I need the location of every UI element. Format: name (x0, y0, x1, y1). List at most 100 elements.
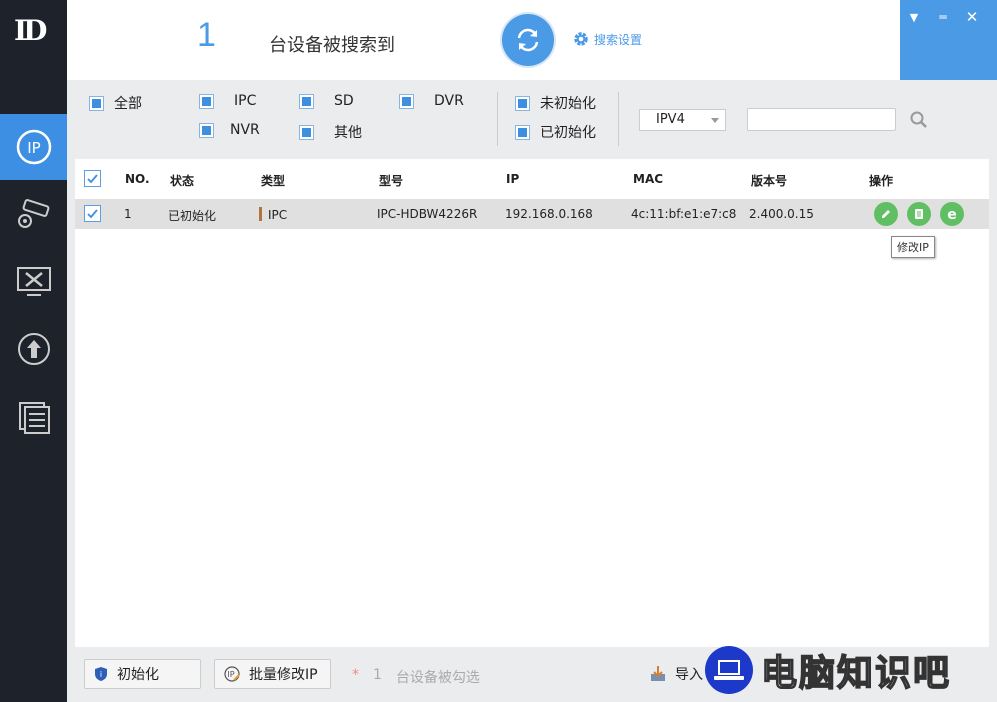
filter-dvr-label: DVR (434, 93, 464, 109)
table-row[interactable]: 1 已初始化 IPC IPC-HDBW4226R 192.168.0.168 4… (75, 199, 989, 229)
type-marker (259, 207, 262, 221)
import-icon (651, 666, 665, 681)
svg-text:e: e (947, 207, 957, 222)
initialize-button[interactable]: i 初始化 (84, 659, 201, 689)
cell-type-label: IPC (268, 208, 288, 222)
filter-all-checkbox[interactable]: 全部 (89, 93, 142, 113)
ip-edit-icon: IP (224, 666, 240, 682)
cell-model: IPC-HDBW4226R (377, 207, 478, 221)
dropdown-button[interactable]: ▼ (903, 7, 925, 27)
filter-all-label: 全部 (114, 96, 142, 112)
search-input[interactable] (747, 108, 896, 131)
device-details-button[interactable] (907, 202, 931, 226)
search-settings-label: 搜索设置 (594, 32, 643, 47)
watermark: 电脑知识吧 (705, 646, 952, 695)
svg-text:i: i (100, 670, 102, 679)
filter-bar: 全部 IPC SD DVR NVR 其他 未初始化 已初始化 IPV4 (67, 80, 997, 156)
sidebar: ID IP (0, 0, 67, 702)
header-status: 状态 (170, 174, 195, 188)
filter-sd-checkbox[interactable]: SD (299, 93, 354, 109)
header-no: NO. (125, 172, 150, 186)
filter-ipc-checkbox[interactable]: IPC (199, 93, 256, 109)
search-button[interactable] (909, 110, 929, 130)
check-icon (87, 174, 98, 184)
import-label: 导入 (675, 667, 703, 683)
selection-info: * 1 台设备被勾选 (352, 667, 480, 687)
browser-icon: e (947, 207, 957, 222)
upgrade-icon (17, 333, 50, 365)
filter-initialized-checkbox[interactable]: 已初始化 (515, 122, 596, 142)
document-icon (915, 209, 923, 219)
initialize-label: 初始化 (117, 667, 159, 683)
check-icon (87, 209, 98, 219)
header-ops: 操作 (869, 174, 894, 188)
ip-version-value: IPV4 (656, 112, 685, 127)
table-header: NO. 状态 类型 型号 IP MAC 版本号 操作 (75, 164, 989, 194)
filter-uninitialized-checkbox[interactable]: 未初始化 (515, 93, 596, 113)
divider (497, 92, 498, 146)
cell-version: 2.400.0.15 (749, 207, 814, 221)
pencil-icon (882, 210, 890, 218)
ip-icon: IP (16, 129, 51, 165)
header-type: 类型 (261, 174, 286, 188)
filter-dvr-checkbox[interactable]: DVR (399, 93, 464, 109)
filter-other-checkbox[interactable]: 其他 (299, 122, 362, 142)
filter-nvr-checkbox[interactable]: NVR (199, 122, 260, 138)
filter-other-label: 其他 (334, 125, 362, 141)
header-mac: MAC (633, 172, 664, 186)
row-checkbox[interactable] (84, 205, 101, 222)
watermark-text: 电脑知识吧 (760, 652, 952, 695)
laptop-icon (705, 646, 753, 694)
device-count: 1 (197, 16, 216, 54)
filter-sd-label: SD (334, 93, 354, 109)
filter-initialized-label: 已初始化 (540, 125, 596, 141)
cell-ip: 192.168.0.168 (505, 207, 593, 221)
tooltip: 修改IP (891, 236, 935, 258)
header-ip: IP (506, 172, 520, 186)
search-icon (910, 111, 927, 128)
gear-icon (574, 32, 588, 46)
header-model: 型号 (379, 174, 404, 188)
cell-status: 已初始化 (168, 209, 217, 223)
device-count-label: 台设备被搜索到 (269, 35, 395, 56)
sidebar-item-upgrade[interactable] (0, 316, 67, 382)
sidebar-item-ip-tool[interactable]: IP (0, 114, 67, 180)
close-button[interactable]: ✕ (961, 7, 983, 27)
sidebar-item-tools[interactable] (0, 249, 67, 315)
header-version: 版本号 (751, 174, 788, 188)
batch-modify-ip-label: 批量修改IP (249, 667, 318, 683)
batch-modify-ip-button[interactable]: IP 批量修改IP (214, 659, 331, 689)
import-button[interactable]: 导入 (649, 664, 703, 684)
divider (618, 92, 619, 146)
document-icon (18, 402, 50, 434)
shield-icon: i (95, 667, 107, 681)
sidebar-item-document[interactable] (0, 384, 67, 450)
filter-uninitialized-label: 未初始化 (540, 96, 596, 112)
cell-mac: 4c:11:bf:e1:e7:c8 (631, 207, 737, 221)
filter-nvr-label: NVR (230, 122, 260, 138)
camera-icon (17, 199, 49, 228)
header: 1 台设备被搜索到 搜索设置 (67, 0, 900, 80)
search-settings-link[interactable]: 搜索设置 (572, 30, 642, 48)
sidebar-item-camera[interactable] (0, 181, 67, 247)
open-web-button[interactable]: e (940, 202, 964, 226)
minimize-button[interactable]: ═ (932, 7, 954, 27)
modify-ip-button[interactable] (874, 202, 898, 226)
select-all-checkbox[interactable] (84, 170, 101, 187)
ip-version-select[interactable]: IPV4 (639, 109, 726, 131)
device-table: NO. 状态 类型 型号 IP MAC 版本号 操作 1 已初始化 IPC IP… (75, 159, 989, 647)
svg-text:IP: IP (27, 139, 40, 157)
tools-icon (16, 267, 51, 296)
window-controls: ▼ ═ ✕ (900, 0, 997, 80)
required-star: * (352, 667, 359, 683)
chevron-down-icon (711, 118, 719, 123)
refresh-icon (517, 28, 539, 52)
app-logo: ID (14, 14, 47, 47)
cell-no: 1 (124, 207, 132, 221)
svg-text:IP: IP (227, 670, 234, 679)
refresh-button[interactable] (502, 14, 554, 66)
filter-ipc-label: IPC (234, 93, 257, 109)
cell-type: IPC (259, 207, 287, 222)
selected-count: 1 (373, 667, 382, 683)
selected-label: 台设备被勾选 (395, 670, 480, 686)
